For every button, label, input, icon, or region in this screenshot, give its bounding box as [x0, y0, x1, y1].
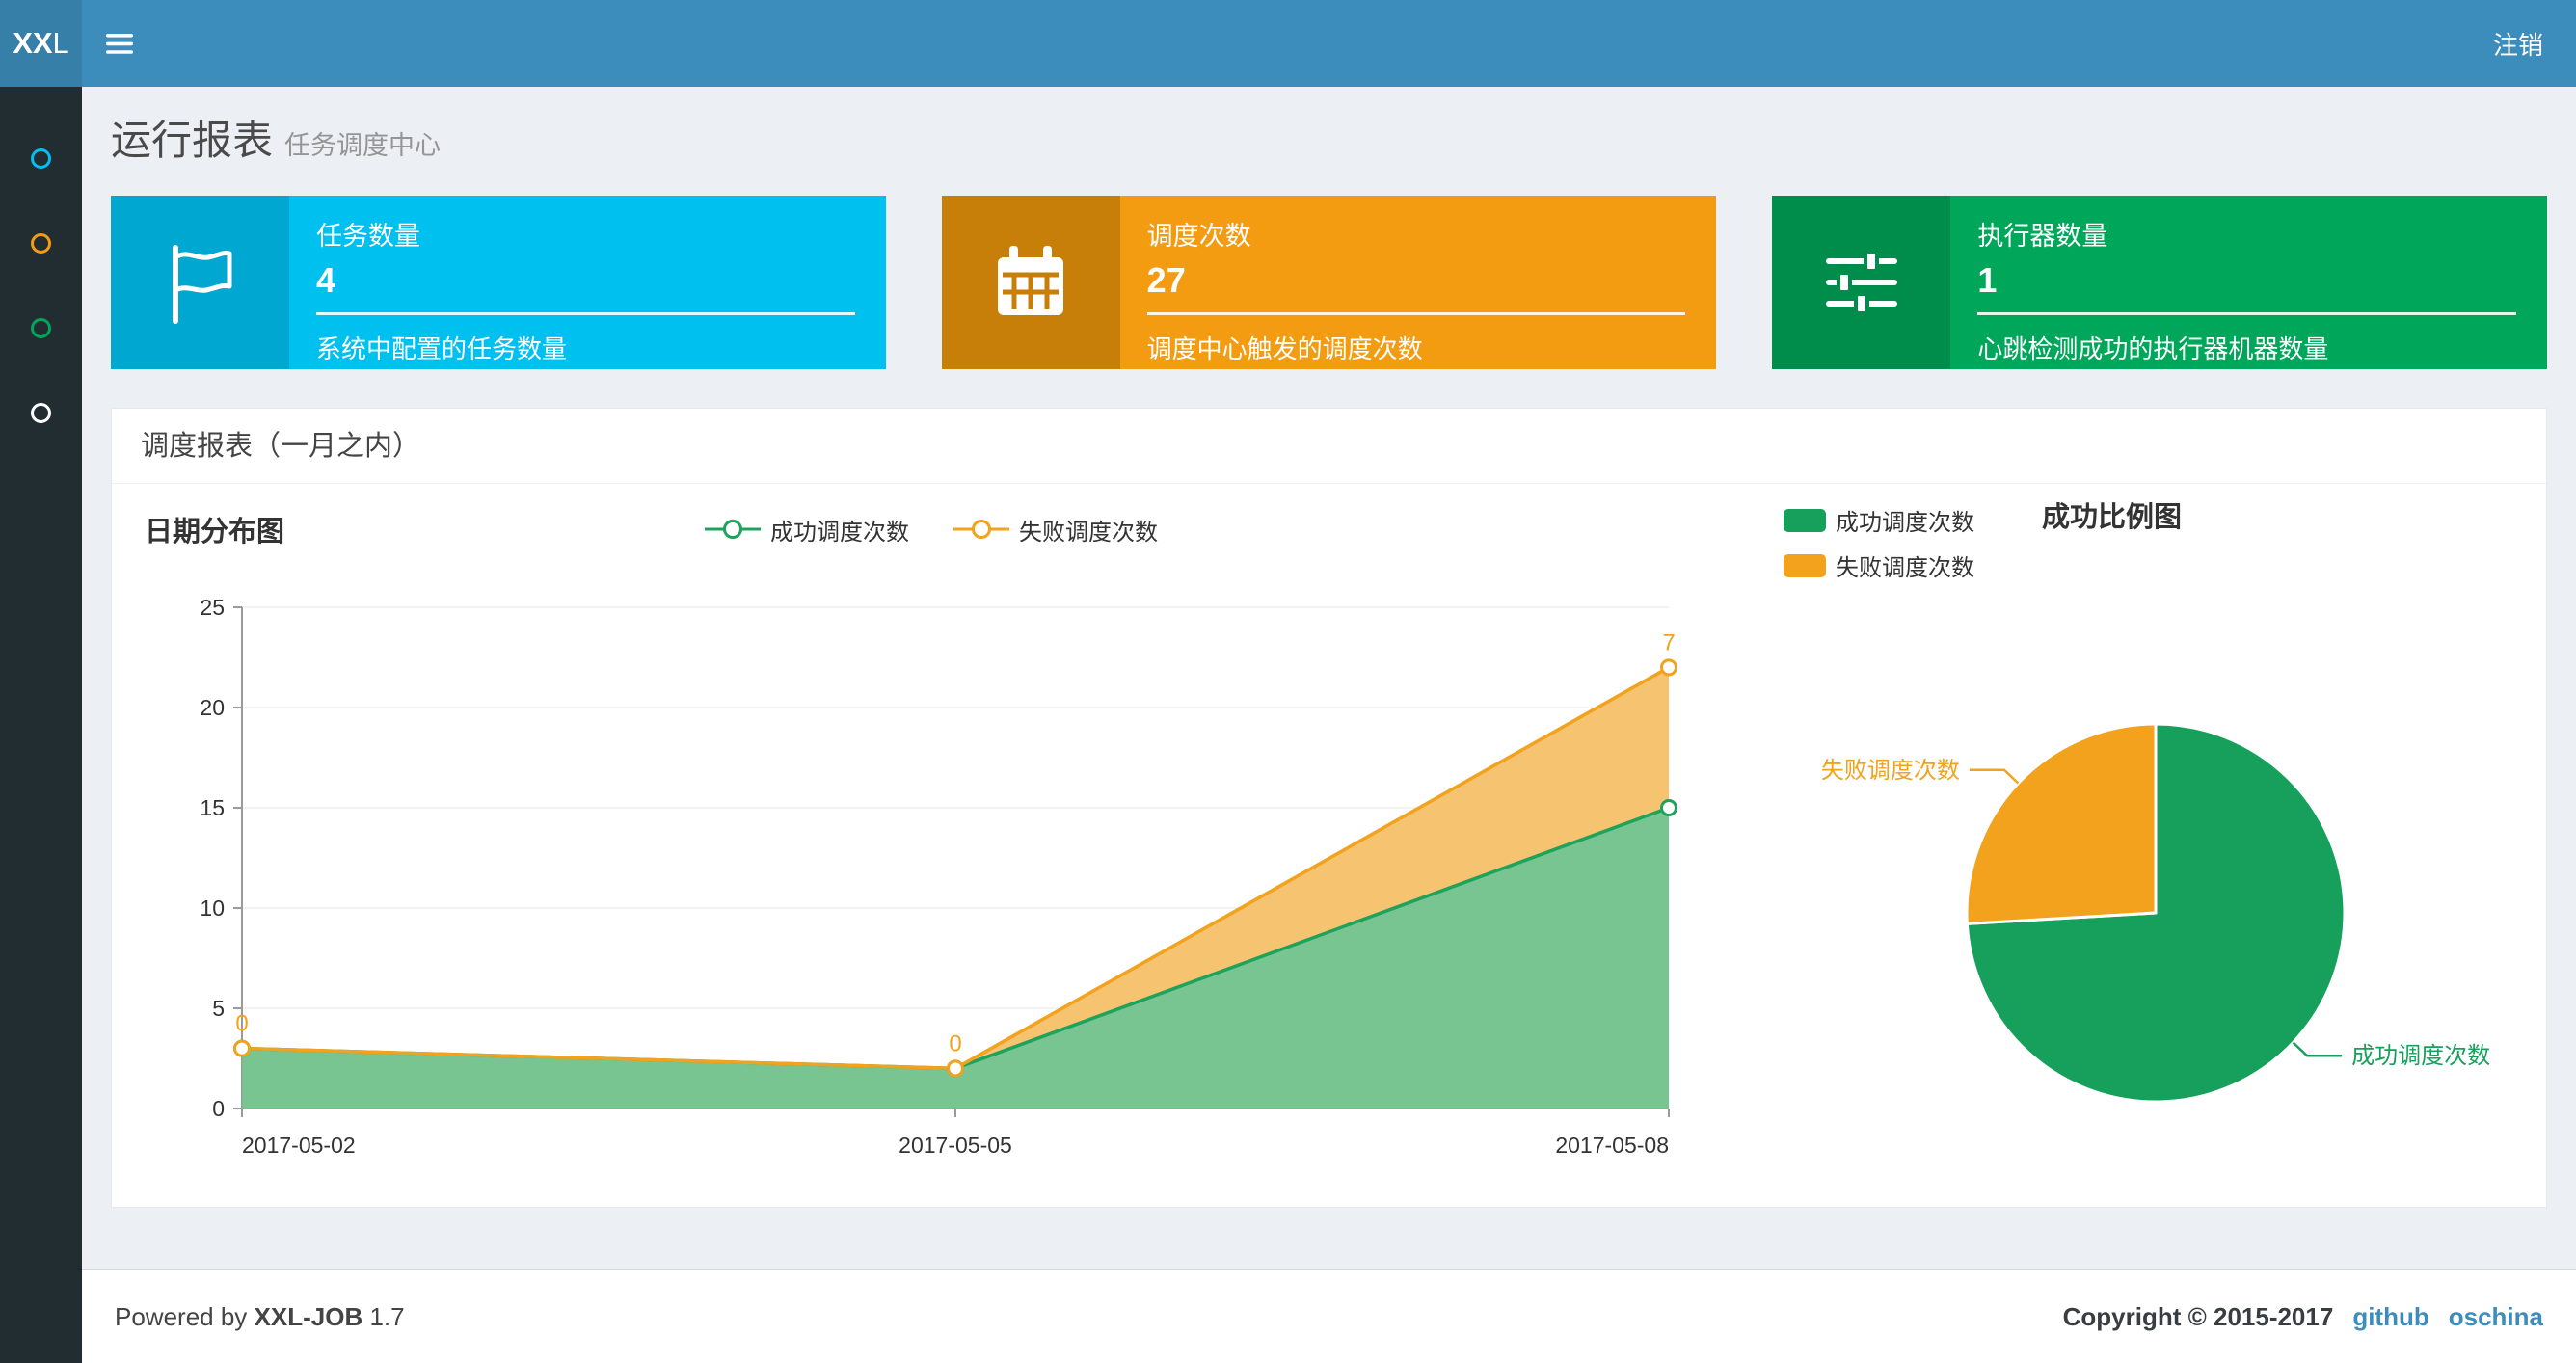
line-marker-icon [953, 520, 1009, 539]
circle-o-icon [31, 317, 51, 338]
sliders-icon [1772, 196, 1951, 369]
pie-chart-title: 成功比例图 [2042, 502, 2183, 533]
sidebar-toggle-button[interactable] [82, 0, 157, 87]
info-box-title: 任务数量 [316, 222, 420, 251]
sidebar-item-1[interactable] [0, 116, 82, 200]
info-box-triggers: 调度次数 27 调度中心触发的调度次数 [941, 196, 1717, 369]
page-subtitle: 任务调度中心 [284, 131, 442, 160]
legend-swatch-icon [1784, 508, 1826, 532]
top-navbar: XX L 注销 [0, 0, 2576, 87]
oschina-link[interactable]: oschina [2449, 1302, 2543, 1332]
info-box-desc: 调度中心触发的调度次数 [1146, 334, 1423, 363]
info-box-desc: 心跳检测成功的执行器机器数量 [1977, 334, 2329, 363]
line-chart-block: 日期分布图 成功调度次数 失败调度次数 0 5 10 15 20 25 2017… [131, 499, 1731, 1207]
info-box-value: 1 [1977, 260, 1998, 300]
svg-text:0: 0 [949, 1030, 961, 1056]
svg-text:2017-05-02: 2017-05-02 [242, 1133, 356, 1158]
info-box-title: 调度次数 [1146, 222, 1251, 251]
svg-text:2017-05-05: 2017-05-05 [899, 1133, 1012, 1158]
svg-text:10: 10 [200, 895, 225, 921]
sidebar-item-4[interactable] [0, 370, 82, 455]
legend-item-success[interactable]: 成功调度次数 [705, 513, 909, 547]
info-box-jobs: 任务数量 4 系统中配置的任务数量 [111, 196, 886, 369]
page-title-text: 运行报表 [111, 118, 274, 163]
circle-o-icon [31, 232, 51, 254]
svg-text:20: 20 [200, 695, 225, 720]
info-box-desc: 系统中配置的任务数量 [316, 334, 568, 363]
svg-text:成功调度次数: 成功调度次数 [2351, 1043, 2490, 1069]
svg-text:7: 7 [1662, 629, 1675, 655]
line-marker-icon [705, 520, 761, 539]
main-content: 运行报表 任务调度中心 任务数量 4 系统中配置的任务数量 调度次数 27 调度… [82, 87, 2576, 1269]
line-chart-legend: 成功调度次数 失败调度次数 [131, 513, 1731, 547]
info-box-value: 27 [1146, 260, 1186, 300]
svg-text:2017-05-08: 2017-05-08 [1555, 1133, 1669, 1158]
date-distribution-chart: 05101520252017-05-02 2017-05-05 2017-05-08… [200, 595, 1677, 1158]
svg-text:0: 0 [235, 1011, 248, 1037]
circle-o-icon [31, 147, 51, 169]
navbar-body: 注销 [82, 0, 2576, 87]
sidebar-item-3[interactable] [0, 285, 82, 370]
charts-row: 日期分布图 成功调度次数 失败调度次数 0 5 10 15 20 25 2017… [112, 484, 2546, 1207]
app-logo-bold: XX [13, 26, 53, 60]
product-version: 1.7 [369, 1301, 405, 1331]
panel-title: 调度报表（一月之内） [112, 409, 2546, 484]
success-ratio-chart: 成功调度次数 失败调度次数 [1821, 722, 2490, 1104]
product-name: XXL-JOB [254, 1301, 363, 1331]
page-footer: Powered by XXL-JOB 1.7 Copyright © 2015-… [82, 1269, 2576, 1363]
pie-slice [1965, 722, 2158, 925]
info-box-executors: 执行器数量 1 心跳检测成功的执行器机器数量 [1772, 196, 2548, 369]
info-box-divider [316, 312, 855, 315]
content-header: 运行报表 任务调度中心 [82, 87, 2576, 171]
info-box-row: 任务数量 4 系统中配置的任务数量 调度次数 27 调度中心触发的调度次数 执行… [111, 196, 2548, 369]
info-box-divider [1146, 312, 1686, 315]
svg-text:失败调度次数: 失败调度次数 [1821, 758, 1960, 784]
info-box-title: 执行器数量 [1977, 222, 2108, 251]
pie-chart-legend: 成功调度次数 失败调度次数 [1784, 503, 1974, 582]
flag-icon [111, 196, 289, 369]
legend-item-fail[interactable]: 失败调度次数 [1784, 548, 1974, 582]
calendar-icon [941, 196, 1120, 369]
info-box-divider [1977, 312, 2517, 315]
hamburger-icon [106, 33, 133, 54]
report-panel: 调度报表（一月之内） 日期分布图 成功调度次数 失败调度次数 0 5 10 15… [111, 408, 2547, 1208]
powered-by: Powered by XXL-JOB 1.7 [115, 1301, 405, 1331]
app-logo-rest: L [52, 26, 69, 60]
sidebar-item-2[interactable] [0, 200, 82, 285]
circle-o-icon [31, 402, 51, 423]
app-logo[interactable]: XX L [0, 0, 82, 87]
legend-swatch-icon [1784, 553, 1826, 577]
svg-text:25: 25 [200, 595, 225, 620]
pie-chart-block: 成功调度次数 失败调度次数 成功比例图 成功调度次数 失败调度次数 [1751, 499, 2532, 1207]
logout-link[interactable]: 注销 [2493, 26, 2543, 62]
svg-text:15: 15 [200, 795, 225, 820]
svg-text:0: 0 [212, 1096, 225, 1121]
copyright-text: Copyright © 2015-2017 [2062, 1301, 2334, 1331]
legend-item-fail[interactable]: 失败调度次数 [953, 513, 1158, 547]
info-box-value: 4 [316, 260, 336, 300]
svg-text:5: 5 [212, 996, 225, 1021]
line-chart-title: 日期分布图 [145, 517, 285, 548]
page-title: 运行报表 任务调度中心 [111, 116, 2547, 171]
github-link[interactable]: github [2352, 1302, 2428, 1332]
sidebar [0, 87, 82, 1363]
legend-item-success[interactable]: 成功调度次数 [1784, 503, 1974, 537]
